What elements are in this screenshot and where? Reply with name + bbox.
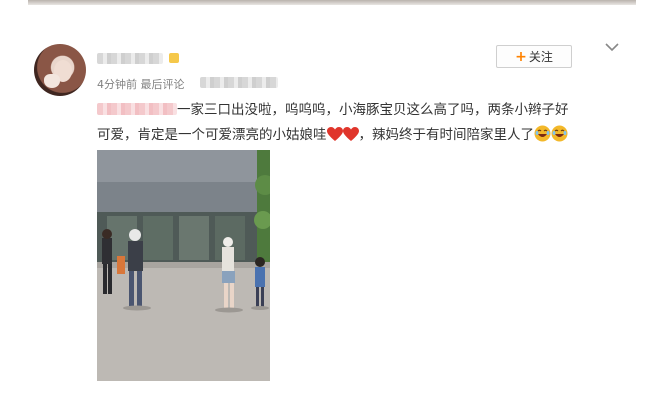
post-meta: 4分钟前 最后评论 [97, 78, 185, 91]
vip-badge-icon [169, 53, 179, 63]
heart-icon [326, 127, 343, 141]
post-text-line-2: 可爱，肯定是一个可爱漂亮的小姑娘哇 ，辣妈终于有时间陪家里人了 [97, 123, 617, 148]
avatar-hand [44, 74, 60, 88]
street-photo-scene [97, 150, 270, 381]
post-text-segment-2: 可爱，肯定是一个可爱漂亮的小姑娘哇 [97, 127, 327, 143]
post-text: 一家三口出没啦，呜呜呜，小海豚宝贝这么高了吗，两条小辫子好 可爱，肯定是一个可爱… [97, 98, 617, 148]
follow-button[interactable]: + 关注 [496, 45, 572, 68]
post-photo[interactable] [97, 150, 270, 381]
post-text-line-1: 一家三口出没啦，呜呜呜，小海豚宝贝这么高了吗，两条小辫子好 [97, 98, 617, 123]
chevron-down-icon[interactable] [604, 41, 620, 53]
laugh-icon [551, 125, 568, 142]
meta-source-blurred [200, 77, 278, 88]
laugh-icon [534, 125, 551, 142]
follow-label: 关注 [528, 50, 553, 64]
mention-blurred[interactable] [97, 103, 177, 115]
post-text-segment-3: ，辣妈终于有时间陪家里人了 [358, 127, 535, 143]
previous-post-image-edge [28, 0, 636, 5]
post-text-segment-1: 一家三口出没啦，呜呜呜，小海豚宝贝这么高了吗，两条小辫子好 [177, 102, 569, 118]
plus-icon: + [515, 48, 527, 65]
username-blurred[interactable] [97, 53, 163, 64]
avatar[interactable] [34, 44, 86, 96]
heart-icon [342, 127, 359, 141]
